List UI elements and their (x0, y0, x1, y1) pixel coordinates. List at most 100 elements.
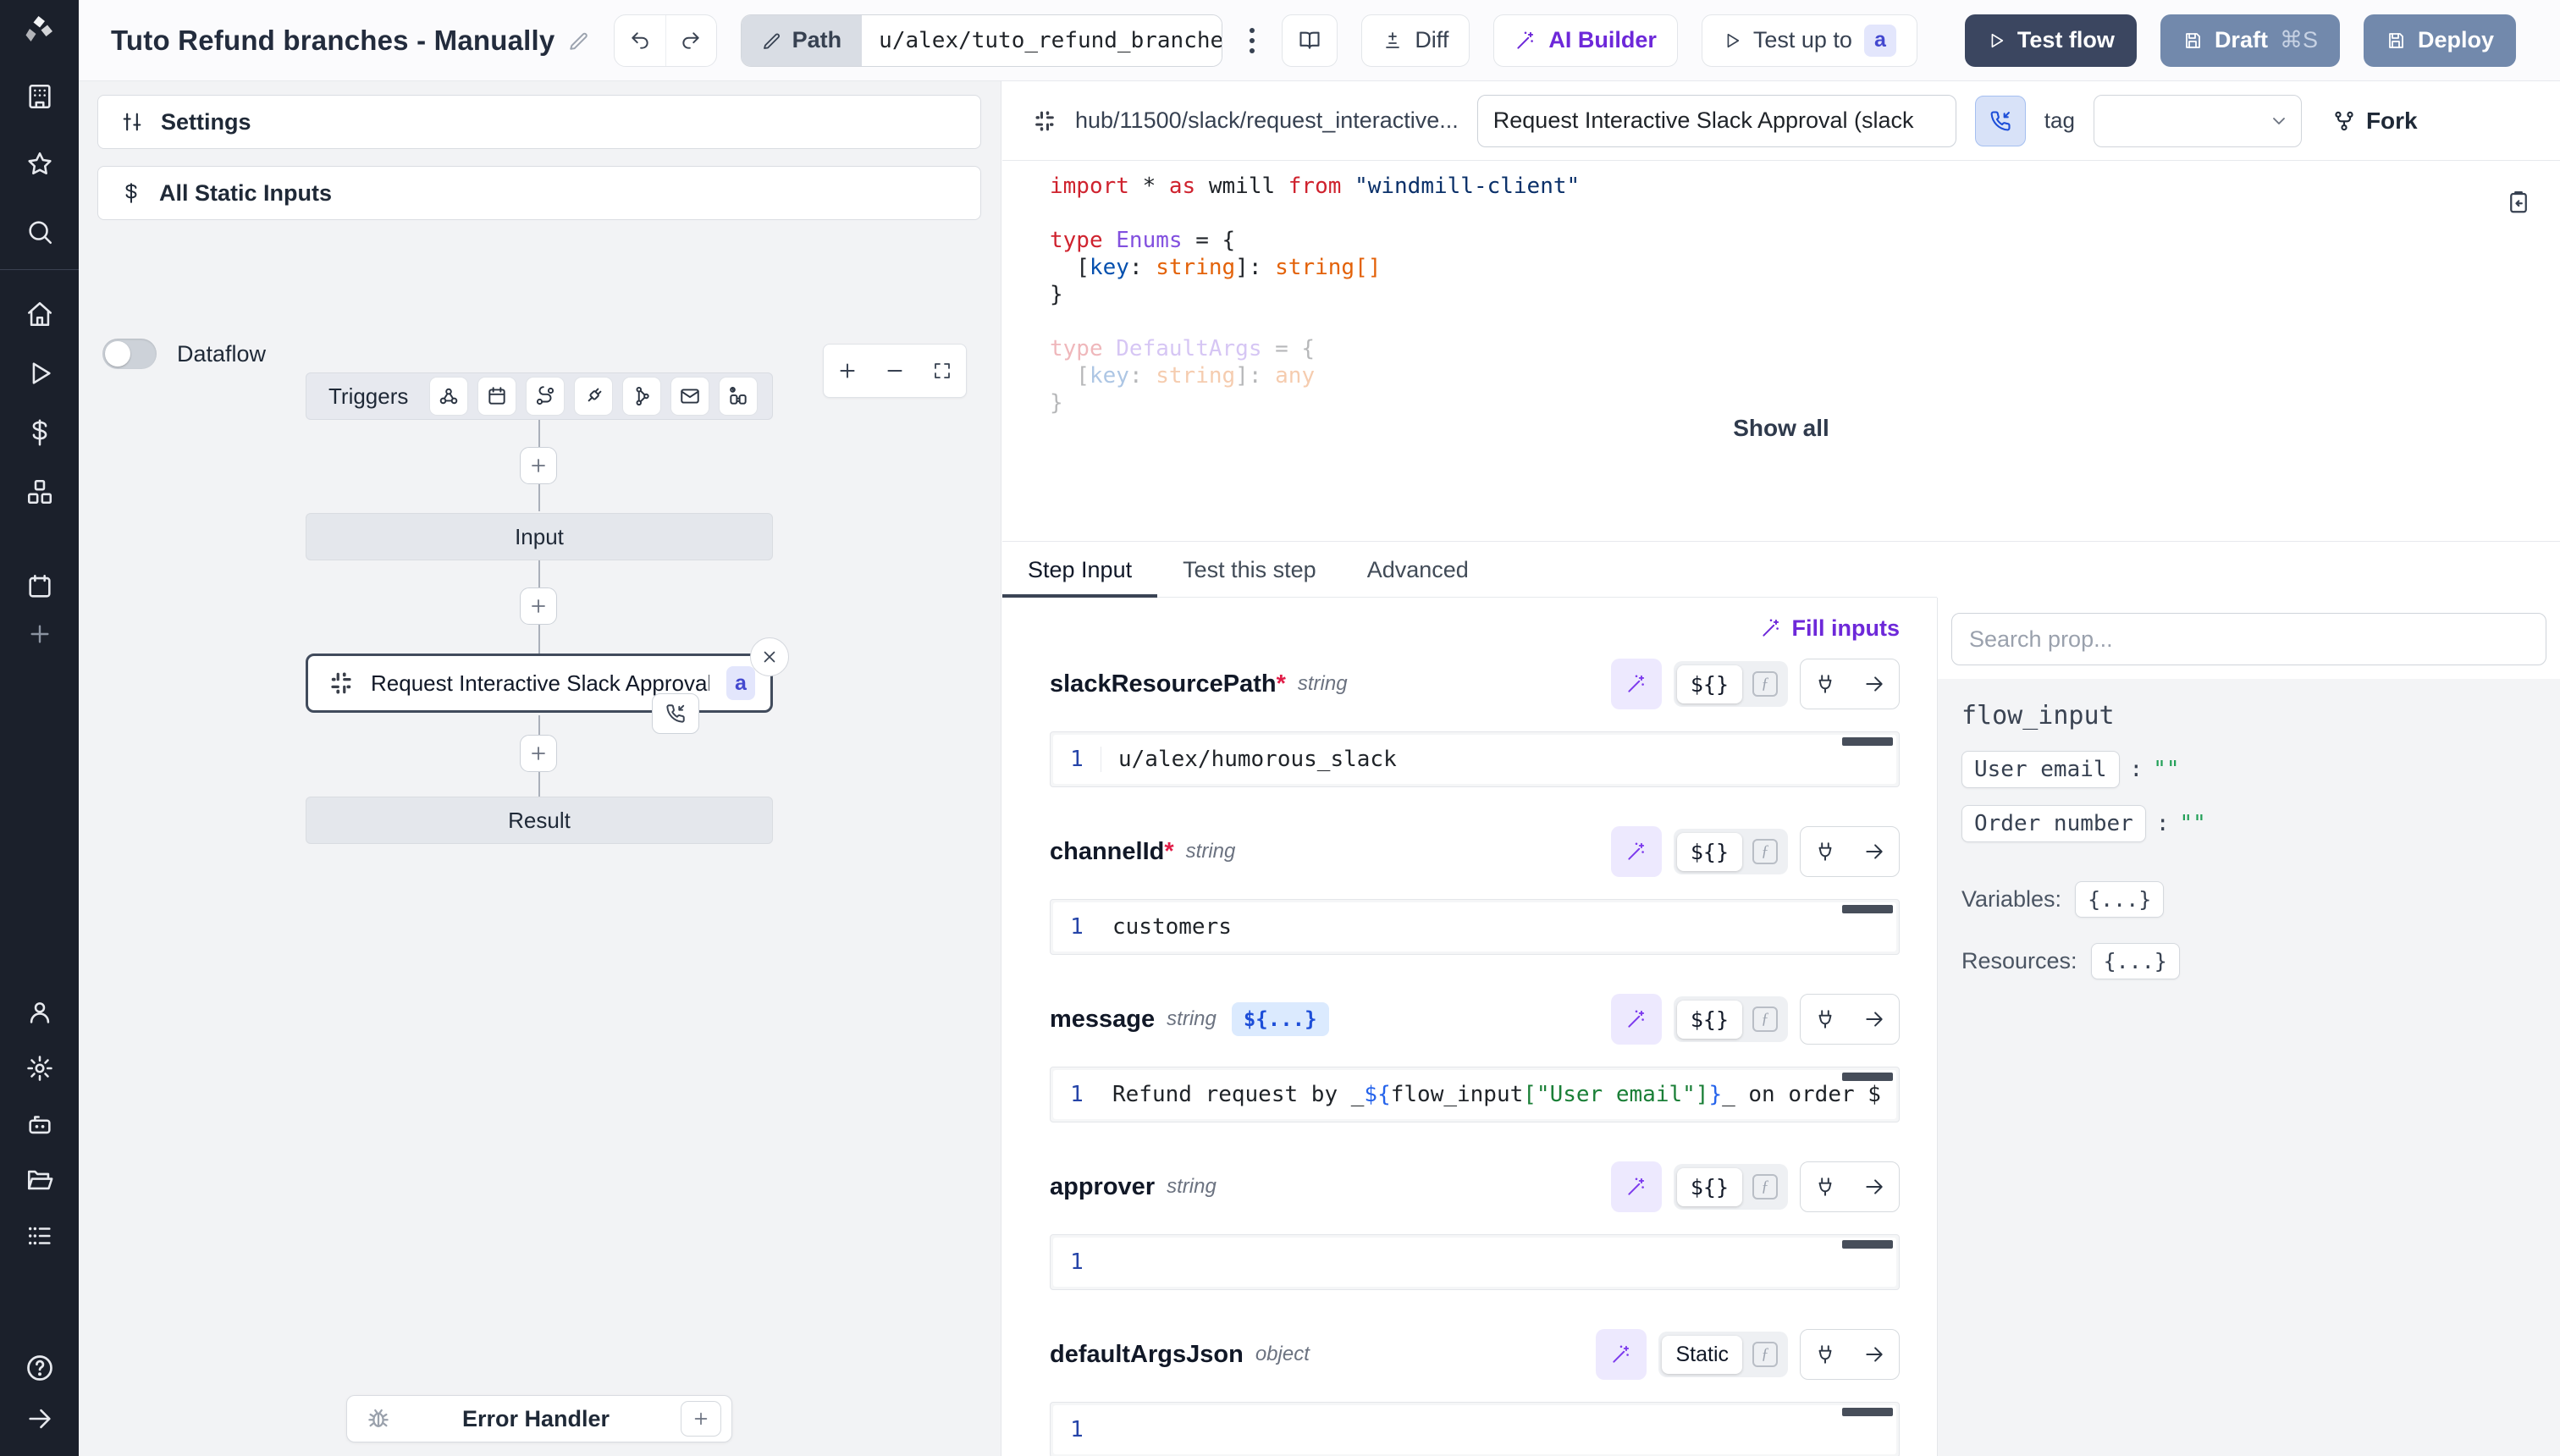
static-mode-button[interactable]: Static (1662, 1336, 1742, 1374)
tab-advanced[interactable]: Advanced (1342, 543, 1494, 597)
search-prop-input[interactable]: Search prop... (1951, 613, 2546, 665)
editor-scrollbar[interactable] (1842, 1240, 1893, 1249)
variables-icon[interactable] (25, 417, 55, 448)
search-icon[interactable] (25, 217, 55, 247)
plug-icon[interactable] (1801, 1162, 1850, 1211)
arrow-right-icon[interactable] (1850, 1162, 1899, 1211)
step-title-input[interactable]: Request Interactive Slack Approval (slac… (1477, 95, 1956, 147)
plug-icon[interactable] (1801, 827, 1850, 876)
result-node[interactable]: Result (306, 797, 773, 844)
undo-button[interactable] (615, 15, 665, 66)
ai-fill-field-button[interactable] (1596, 1329, 1647, 1380)
dataflow-toggle[interactable] (102, 339, 157, 369)
help-icon[interactable] (25, 1353, 55, 1383)
copy-content-icon[interactable] (2506, 190, 2531, 215)
ai-fill-field-button[interactable] (1611, 1161, 1662, 1212)
windmill-logo-icon[interactable] (25, 14, 55, 44)
javascript-mode-icon[interactable]: ƒ (1746, 1335, 1785, 1374)
ai-builder-button[interactable]: AI Builder (1493, 14, 1678, 67)
arrow-right-icon[interactable] (1850, 659, 1899, 709)
ai-fill-field-button[interactable] (1611, 994, 1662, 1045)
insert-step-button[interactable] (520, 587, 557, 625)
more-menu-icon[interactable] (1246, 28, 1258, 53)
schedule-trigger-icon[interactable] (477, 377, 516, 416)
arrow-right-icon[interactable] (1850, 827, 1899, 876)
arrow-right-icon[interactable] (1850, 995, 1899, 1044)
test-up-to-button[interactable]: Test up to a (1702, 14, 1917, 67)
prop-user-email[interactable]: User email : "" (1961, 751, 2560, 788)
variables-expand-chip[interactable]: {...} (2075, 881, 2164, 918)
javascript-mode-icon[interactable]: ƒ (1746, 665, 1785, 703)
websocket-trigger-icon[interactable] (574, 377, 613, 416)
template-mode-button[interactable]: ${} (1677, 1168, 1742, 1206)
scheduled-poll-trigger-icon[interactable] (719, 377, 758, 416)
field-editor[interactable]: 1 customers (1050, 899, 1900, 955)
all-static-inputs-button[interactable]: All Static Inputs (97, 166, 981, 220)
webhook-trigger-icon[interactable] (429, 377, 468, 416)
plug-icon[interactable] (1801, 1330, 1850, 1379)
add-error-handler-button[interactable] (681, 1401, 721, 1437)
tab-step-input[interactable]: Step Input (1002, 543, 1157, 597)
edit-title-icon[interactable] (568, 30, 590, 52)
account-icon[interactable] (25, 997, 55, 1028)
field-editor[interactable]: 1 (1050, 1402, 1900, 1456)
editor-scrollbar[interactable] (1842, 1408, 1893, 1416)
field-editor[interactable]: 1 (1050, 1234, 1900, 1290)
test-flow-button[interactable]: Test flow (1965, 14, 2137, 67)
fill-inputs-button[interactable]: Fill inputs (1760, 615, 1901, 642)
fork-button[interactable]: Fork (2332, 108, 2418, 135)
flow-settings-button[interactable]: Settings (97, 95, 981, 149)
javascript-mode-icon[interactable]: ƒ (1746, 1000, 1785, 1039)
editor-scrollbar[interactable] (1842, 1073, 1893, 1081)
docs-book-button[interactable] (1282, 14, 1338, 67)
error-handler-node[interactable]: Error Handler (346, 1395, 732, 1442)
prop-order-number[interactable]: Order number : "" (1961, 805, 2560, 842)
tab-test-this-step[interactable]: Test this step (1157, 543, 1342, 597)
arrow-right-icon[interactable] (1850, 1330, 1899, 1379)
field-editor[interactable]: 1 Refund request by _${flow_input["User … (1050, 1067, 1900, 1122)
zoom-in-button[interactable] (824, 345, 871, 397)
code-editor[interactable]: import * as wmill from "windmill-client"… (1002, 161, 2560, 542)
plug-icon[interactable] (1801, 659, 1850, 709)
runs-icon[interactable] (25, 358, 55, 389)
template-mode-button[interactable]: ${} (1677, 833, 1742, 871)
diff-button[interactable]: Diff (1361, 14, 1470, 67)
resources-icon[interactable] (25, 477, 55, 507)
email-trigger-icon[interactable] (670, 377, 709, 416)
insert-step-button[interactable] (520, 735, 557, 772)
javascript-mode-icon[interactable]: ƒ (1746, 832, 1785, 871)
insert-step-button[interactable] (520, 447, 557, 484)
settings-gear-icon[interactable] (25, 1053, 55, 1084)
deploy-button[interactable]: Deploy (2364, 14, 2516, 67)
folders-icon[interactable] (25, 1165, 55, 1195)
schedules-icon[interactable] (25, 571, 55, 602)
ai-fill-field-button[interactable] (1611, 826, 1662, 877)
logs-icon[interactable] (25, 1221, 55, 1251)
editor-scrollbar[interactable] (1842, 905, 1893, 913)
kafka-trigger-icon[interactable] (622, 377, 661, 416)
field-editor[interactable]: 1 u/alex/humorous_slack (1050, 731, 1900, 787)
redo-button[interactable] (665, 15, 716, 66)
input-node[interactable]: Input (306, 513, 773, 560)
slack-approval-step-node[interactable]: Request Interactive Slack Approval (... … (306, 654, 773, 713)
template-mode-button[interactable]: ${} (1677, 665, 1742, 703)
hub-script-path[interactable]: hub/11500/slack/request_interactive... (1075, 108, 1459, 134)
workspace-icon[interactable] (25, 81, 55, 112)
resources-expand-chip[interactable]: {...} (2091, 943, 2180, 979)
tag-select[interactable] (2094, 95, 2302, 147)
expand-sidebar-icon[interactable] (25, 1404, 55, 1434)
http-route-trigger-icon[interactable] (526, 377, 565, 416)
draft-button[interactable]: Draft ⌘S (2160, 14, 2340, 67)
remove-step-button[interactable] (750, 637, 789, 676)
zoom-out-button[interactable] (871, 345, 919, 397)
plug-icon[interactable] (1801, 995, 1850, 1044)
editor-scrollbar[interactable] (1842, 737, 1893, 746)
show-all-button[interactable]: Show all (1002, 415, 2560, 442)
add-icon[interactable] (25, 619, 55, 649)
triggers-node[interactable]: Triggers (306, 372, 773, 420)
template-mode-button[interactable]: ${} (1677, 1001, 1742, 1039)
ai-fill-field-button[interactable] (1611, 659, 1662, 709)
suspend-approval-button[interactable] (1975, 96, 2026, 146)
path-input[interactable]: u/alex/tuto_refund_branches__ (862, 15, 1222, 66)
approval-phone-icon[interactable] (652, 693, 699, 734)
